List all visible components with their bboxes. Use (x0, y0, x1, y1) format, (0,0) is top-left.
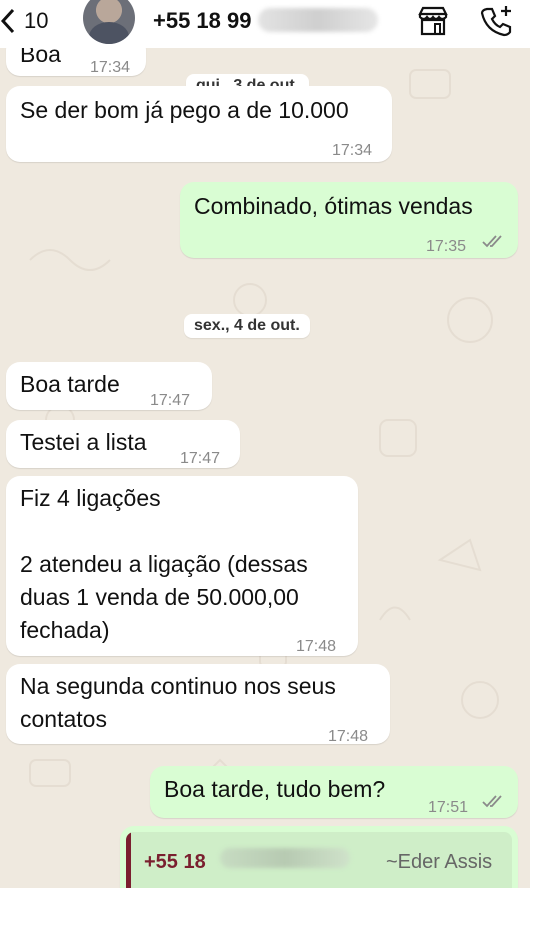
message-time: 17:51 (428, 799, 469, 816)
date-separator: sex., 4 de out. (184, 314, 310, 338)
message-time: 17:34 (90, 59, 131, 76)
message-text: Fiz 4 ligações 2 atendeu a ligação (dess… (20, 485, 308, 643)
redacted-phone (258, 8, 378, 32)
quoted-preview: Fiz 4 ligações (144, 880, 254, 888)
message-text: Se der bom já pego a de 10.000 (20, 97, 349, 123)
message-time: 17:35 (426, 238, 467, 255)
back-chevron-icon (0, 8, 15, 34)
double-check-icon (482, 795, 502, 808)
double-check-icon (482, 235, 502, 248)
message-outgoing[interactable]: Boa tarde, tudo bem? 17:51 (150, 766, 518, 818)
message-outgoing-reply[interactable]: +55 18 ~Eder Assis Fiz 4 ligações (120, 826, 518, 888)
chat-screen: 10 +55 18 99 Boa 17:34 qui., 3 de out. S… (0, 0, 530, 888)
message-incoming[interactable]: Boa tarde 17:47 (6, 362, 212, 410)
message-incoming[interactable]: Na segunda continuo nos seus contatos 17… (6, 664, 390, 745)
back-button[interactable]: 10 (0, 6, 48, 36)
message-time: 17:47 (150, 392, 191, 409)
message-time: 17:47 (180, 450, 221, 467)
store-icon[interactable] (416, 4, 450, 38)
message-text: Na segunda continuo nos seus contatos (20, 673, 336, 732)
quoted-sender: ~Eder Assis (386, 851, 493, 873)
message-text: Boa tarde, tudo bem? (164, 776, 386, 802)
redacted-quoted-number (220, 848, 350, 868)
message-incoming[interactable]: Se der bom já pego a de 10.000 17:34 (6, 86, 392, 162)
message-time: 17:48 (328, 728, 369, 745)
chat-header: 10 +55 18 99 (0, 0, 530, 48)
quoted-number: +55 18 (144, 851, 206, 873)
quoted-message[interactable]: +55 18 ~Eder Assis Fiz 4 ligações (126, 832, 512, 888)
message-text: Boa tarde (20, 371, 120, 397)
message-text: Testei a lista (20, 429, 147, 455)
unread-count: 10 (24, 8, 49, 33)
call-add-icon[interactable] (480, 4, 514, 38)
quote-bar (126, 832, 131, 888)
avatar[interactable] (83, 0, 135, 44)
message-incoming[interactable]: Fiz 4 ligações 2 atendeu a ligação (dess… (6, 476, 358, 656)
message-outgoing[interactable]: Combinado, ótimas vendas 17:35 (180, 182, 518, 258)
message-text: Combinado, ótimas vendas (194, 193, 473, 219)
contact-name[interactable]: +55 18 99 (153, 8, 251, 34)
message-incoming[interactable]: Testei a lista 17:47 (6, 420, 240, 468)
message-time: 17:48 (296, 638, 337, 655)
message-time: 17:34 (332, 142, 373, 159)
